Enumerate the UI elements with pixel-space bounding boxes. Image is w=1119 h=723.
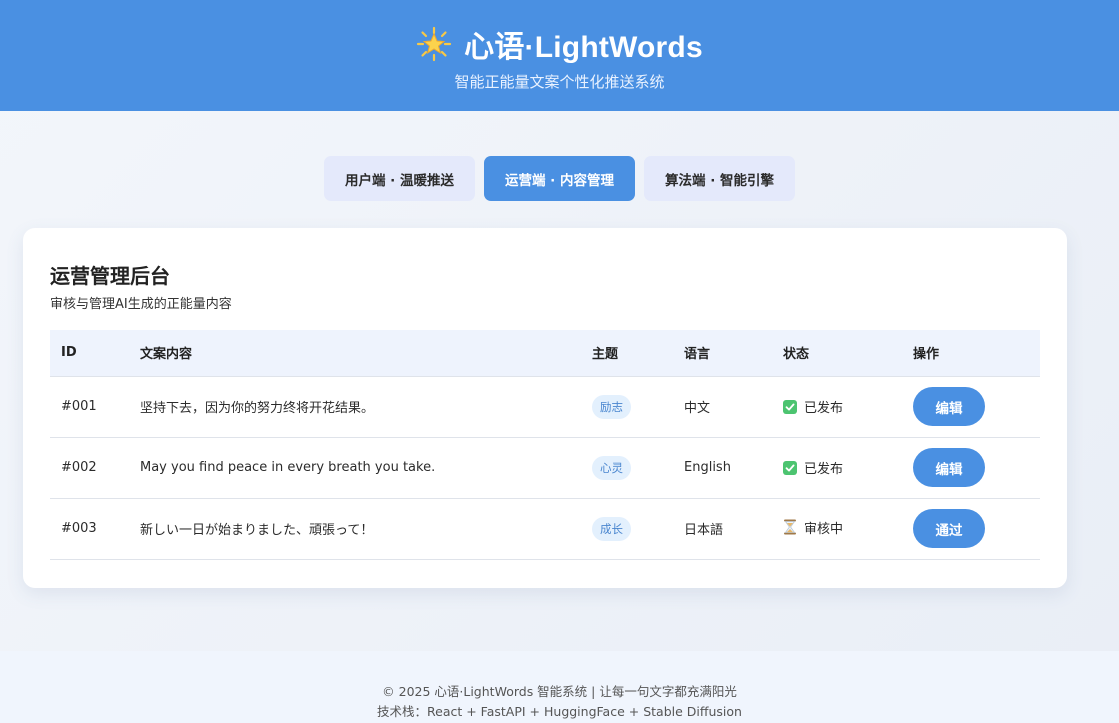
table-row: #002 May you find peace in every breath … bbox=[50, 437, 1040, 499]
app-title: 心语·LightWords bbox=[464, 31, 703, 64]
star-icon bbox=[417, 26, 452, 62]
table-header-row: ID 文案内容 主题 语言 状态 操作 bbox=[50, 330, 1040, 377]
status-badge: 审核中 bbox=[783, 518, 843, 537]
status-badge: 已发布 bbox=[783, 458, 843, 477]
header-status: 状态 bbox=[772, 330, 902, 377]
topic-badge: 心灵 bbox=[592, 455, 631, 480]
hourglass-icon bbox=[784, 519, 796, 535]
brand: 心语·LightWords bbox=[0, 22, 1119, 66]
row-text: May you find peace in every breath you t… bbox=[129, 437, 581, 499]
role-tabs: 用户端 · 温暖推送 运营端 · 内容管理 算法端 · 智能引擎 bbox=[0, 156, 1119, 201]
row-lang: 中文 bbox=[673, 376, 772, 438]
header-action: 操作 bbox=[902, 330, 1040, 377]
footer-tech-stack: 技术栈：React + FastAPI + HuggingFace + Stab… bbox=[377, 704, 742, 719]
tab-operations[interactable]: 运营端 · 内容管理 bbox=[483, 156, 636, 201]
row-text: 坚持下去，因为你的努力终将开花结果。 bbox=[129, 376, 581, 438]
row-lang: 日本語 bbox=[673, 498, 772, 560]
topic-badge: 励志 bbox=[592, 394, 631, 419]
row-text: 新しい一日が始まりました、頑張って！ bbox=[129, 498, 581, 560]
tab-user[interactable]: 用户端 · 温暖推送 bbox=[323, 156, 475, 201]
check-icon bbox=[783, 460, 797, 475]
app-header: 心语·LightWords 智能正能量文案个性化推送系统 bbox=[0, 0, 1119, 111]
topic-badge: 成长 bbox=[592, 516, 631, 541]
header-text: 文案内容 bbox=[129, 330, 581, 377]
admin-panel: 运营管理后台 审核与管理AI生成的正能量内容 ID 文案内容 主题 语言 状态 … bbox=[23, 228, 1067, 588]
footer: © 2025 心语·LightWords 智能系统 | 让每一句文字都充满阳光 … bbox=[0, 651, 1119, 723]
panel-subtitle: 审核与管理AI生成的正能量内容 bbox=[50, 297, 232, 312]
header-lang: 语言 bbox=[673, 330, 772, 377]
table-row: #003 新しい一日が始まりました、頑張って！ 成长 日本語 审核中 通过 bbox=[50, 498, 1040, 560]
status-badge: 已发布 bbox=[783, 397, 843, 416]
panel-title: 运营管理后台 bbox=[50, 264, 170, 288]
status-text: 已发布 bbox=[804, 401, 844, 416]
footer-copyright: © 2025 心语·LightWords 智能系统 | 让每一句文字都充满阳光 bbox=[382, 684, 737, 699]
content-table: ID 文案内容 主题 语言 状态 操作 #001 坚持下去，因为你的努力终将开花… bbox=[50, 330, 1040, 560]
status-text: 已发布 bbox=[804, 462, 844, 477]
header-topic: 主题 bbox=[581, 330, 673, 377]
tab-algorithm[interactable]: 算法端 · 智能引擎 bbox=[644, 156, 796, 201]
check-icon bbox=[783, 399, 797, 414]
edit-button[interactable]: 编辑 bbox=[913, 448, 985, 487]
approve-button[interactable]: 通过 bbox=[913, 509, 985, 548]
row-id: #002 bbox=[50, 437, 129, 499]
edit-button[interactable]: 编辑 bbox=[913, 387, 985, 426]
app-subtitle: 智能正能量文案个性化推送系统 bbox=[454, 73, 665, 91]
status-text: 审核中 bbox=[804, 521, 844, 537]
row-id: #003 bbox=[50, 498, 129, 560]
row-lang: English bbox=[673, 437, 772, 499]
table-row: #001 坚持下去，因为你的努力终将开花结果。 励志 中文 已发布 编辑 bbox=[50, 376, 1040, 438]
row-id: #001 bbox=[50, 376, 129, 438]
header-id: ID bbox=[50, 330, 129, 377]
